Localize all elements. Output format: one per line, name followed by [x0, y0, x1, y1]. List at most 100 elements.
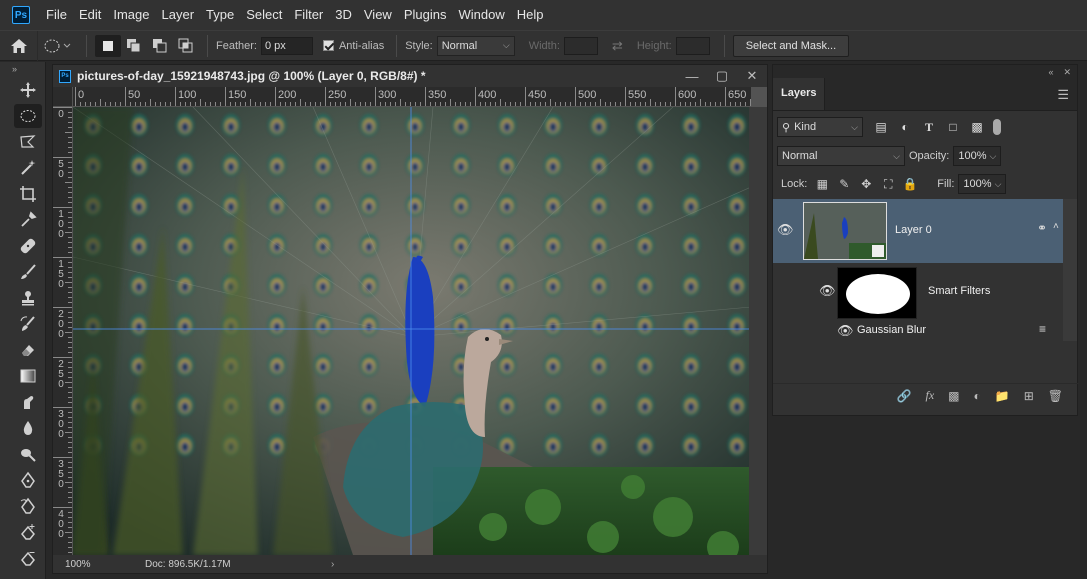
delete-anchor-tool[interactable] — [14, 546, 42, 570]
chevron-right-icon[interactable]: › — [331, 559, 334, 570]
layer-name[interactable]: Layer 0 — [895, 224, 932, 236]
history-brush-tool[interactable] — [14, 312, 42, 336]
lock-pixels-icon[interactable]: ✎ — [833, 177, 855, 191]
menu-layer[interactable]: Layer — [156, 0, 201, 30]
blur-tool[interactable] — [14, 416, 42, 440]
intersect-selection-button[interactable] — [173, 35, 199, 57]
magic-wand-tool[interactable] — [14, 156, 42, 180]
close-icon[interactable]: ✕ — [737, 68, 767, 84]
new-selection-button[interactable] — [95, 34, 121, 57]
ruler-minor-tick — [550, 99, 551, 106]
ellipse-marquee-preset[interactable] — [38, 35, 78, 57]
filter-row-gaussian-blur[interactable]: 👁 Gaussian Blur ≡ — [773, 321, 1063, 341]
ruler-origin[interactable] — [53, 87, 73, 107]
freeform-pen-tool[interactable] — [14, 494, 42, 518]
chevron-up-icon[interactable]: ˄ — [1053, 221, 1059, 232]
smudge-tool[interactable] — [14, 390, 42, 414]
gradient-tool[interactable] — [14, 364, 42, 388]
ruler-minor-tick — [545, 102, 546, 106]
dodge-tool[interactable] — [14, 442, 42, 466]
lock-position-icon[interactable]: ✥ — [855, 177, 877, 191]
smart-filters-row[interactable]: 👁 Smart Filters — [773, 263, 1063, 321]
select-and-mask-button[interactable]: Select and Mask... — [732, 34, 850, 57]
image-canvas[interactable] — [73, 107, 751, 555]
ruler-minor-tick — [110, 102, 111, 106]
swap-dimensions-icon[interactable]: ⇄ — [612, 38, 623, 54]
folder-icon[interactable]: 📁 — [995, 389, 1010, 403]
filter-blending-options-icon[interactable]: ≡ — [1039, 322, 1046, 336]
feather-input[interactable]: 0 px — [260, 36, 313, 55]
collapse-panel-icon[interactable]: « — [1048, 67, 1053, 77]
adjustment-filter-icon[interactable]: ◐ — [893, 120, 917, 134]
kind-filter-select[interactable]: ⚲ Kind ⌵ — [777, 117, 863, 137]
menu-image[interactable]: Image — [107, 0, 155, 30]
panel-menu-icon[interactable]: ☰ — [1057, 80, 1077, 110]
tab-layers[interactable]: Layers — [773, 78, 826, 110]
style-select[interactable]: Normal ⌵ — [436, 35, 515, 56]
menu-help[interactable]: Help — [511, 0, 550, 30]
menu-select[interactable]: Select — [240, 0, 288, 30]
layers-scrollbar[interactable] — [1063, 199, 1077, 341]
menu-window[interactable]: Window — [452, 0, 510, 30]
blend-mode-select[interactable]: Normal ⌵ — [777, 146, 905, 166]
shape-filter-icon[interactable]: □ — [941, 120, 965, 134]
menu-3d[interactable]: 3D — [329, 0, 358, 30]
artboard-lock-icon[interactable]: ⛶ — [877, 177, 899, 192]
filter-name[interactable]: Gaussian Blur — [857, 324, 926, 336]
document-tab[interactable]: Ps pictures-of-day_15921948743.jpg @ 100… — [53, 65, 767, 87]
maximize-icon[interactable]: ▢ — [707, 68, 737, 84]
adjustment-layer-icon[interactable]: ◐ — [974, 389, 981, 403]
lock-transparency-icon[interactable]: ▦ — [811, 177, 833, 191]
height-input[interactable] — [675, 36, 710, 55]
lasso-tool[interactable] — [14, 130, 42, 154]
minimize-icon[interactable]: — — [677, 69, 707, 84]
close-panel-icon[interactable]: ✕ — [1063, 67, 1071, 78]
fill-input[interactable]: 100% ⌵ — [958, 174, 1007, 194]
smart-object-filter-icon[interactable]: ▩ — [965, 120, 989, 134]
fx-icon[interactable]: fx — [925, 388, 934, 403]
vertical-ruler[interactable]: 050100150200250300350400450 — [53, 107, 73, 555]
crop-tool[interactable] — [14, 182, 42, 206]
horizontal-ruler[interactable]: 0 50 100 150 200 250 300 350 400 450 500 550 600 650 — [73, 87, 751, 107]
ruler-minor-tick — [195, 102, 196, 106]
menu-filter[interactable]: Filter — [288, 0, 329, 30]
trash-icon[interactable]: 🗑 — [1048, 389, 1063, 403]
subtract-selection-button[interactable] — [147, 35, 173, 57]
add-mask-icon[interactable]: ▩ — [948, 389, 959, 403]
eyedropper-tool[interactable] — [14, 208, 42, 232]
document-title: pictures-of-day_15921948743.jpg @ 100% (… — [77, 69, 426, 83]
width-input[interactable] — [563, 36, 598, 55]
ruler-minor-tick — [490, 102, 491, 106]
brush-tool[interactable] — [14, 260, 42, 284]
anchor-point-tool[interactable] — [14, 520, 42, 544]
elliptical-marquee-tool[interactable] — [14, 104, 42, 128]
layer-row-layer-0[interactable]: 👁 Layer 0 ⚭ ˄ — [773, 199, 1063, 263]
pen-tool[interactable] — [14, 468, 42, 492]
menu-type[interactable]: Type — [200, 0, 240, 30]
menu-file[interactable]: File — [40, 0, 73, 30]
filter-toggle-icon[interactable] — [993, 119, 1001, 135]
pixel-filter-icon[interactable]: ▤ — [869, 120, 893, 134]
antialias-checkbox[interactable] — [322, 40, 334, 51]
lock-all-icon[interactable]: 🔒 — [899, 177, 921, 191]
ruler-minor-tick — [68, 402, 72, 403]
visibility-eye-icon[interactable]: 👁 — [819, 283, 836, 299]
type-filter-icon[interactable]: T — [917, 120, 941, 135]
clone-stamp-tool[interactable] — [14, 286, 42, 310]
vertical-scrollbar[interactable] — [749, 107, 767, 555]
visibility-eye-icon[interactable]: 👁 — [777, 222, 794, 238]
new-layer-icon[interactable]: ⊞ — [1024, 389, 1034, 403]
zoom-level[interactable]: 100% — [53, 559, 123, 570]
move-tool[interactable] — [14, 78, 42, 102]
eraser-tool[interactable] — [14, 338, 42, 362]
menu-plugins[interactable]: Plugins — [398, 0, 453, 30]
expand-toolbar-icon[interactable]: » — [0, 62, 45, 76]
menu-view[interactable]: View — [358, 0, 398, 30]
link-layers-icon[interactable]: 🔗 — [897, 389, 912, 403]
add-selection-button[interactable] — [121, 35, 147, 57]
opacity-input[interactable]: 100% ⌵ — [953, 146, 1002, 166]
home-button[interactable] — [0, 30, 38, 61]
healing-brush-tool[interactable] — [14, 234, 42, 258]
menu-edit[interactable]: Edit — [73, 0, 107, 30]
visibility-eye-icon[interactable]: 👁 — [837, 323, 854, 339]
